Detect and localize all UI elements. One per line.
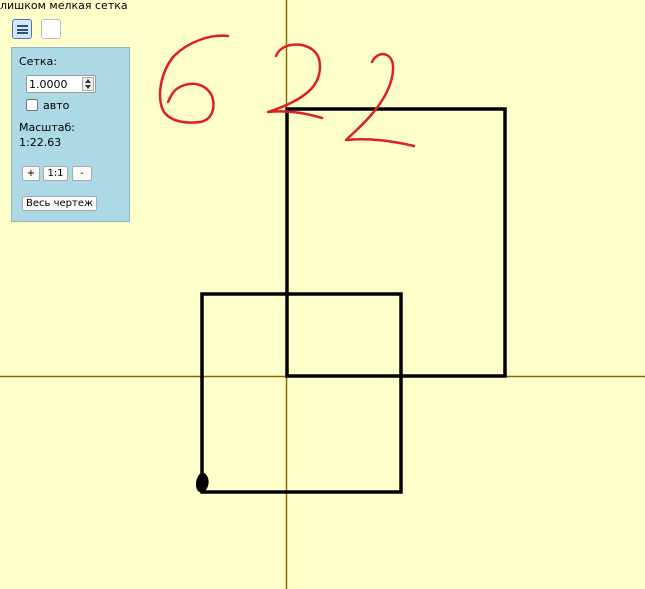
scale-value: 1:22.63 (19, 136, 62, 149)
spinner-arrows[interactable] (82, 77, 94, 91)
annotation-digit-2-first (266, 43, 324, 120)
zoom-out-button[interactable]: - (72, 166, 92, 181)
spinner-up-icon[interactable] (85, 79, 91, 83)
drawn-rectangle-small[interactable] (200, 292, 403, 494)
annotation-digit-6 (158, 34, 230, 124)
blank-tool-button[interactable] (41, 19, 61, 39)
grid-warning-text: лишком мелкая сетка (0, 0, 128, 12)
auto-grid-label: авто (43, 99, 70, 112)
menu-button[interactable] (12, 19, 32, 39)
drawn-rectangle-large[interactable] (285, 107, 507, 378)
spinner-down-icon[interactable] (85, 85, 91, 89)
zoom-in-button[interactable]: + (22, 166, 40, 181)
grid-control-panel: Сетка: авто Масштаб: 1:22.63 + 1:1 - Вес… (11, 47, 130, 222)
auto-grid-checkbox[interactable] (26, 99, 38, 111)
zoom-reset-button[interactable]: 1:1 (43, 166, 68, 181)
grid-spinner[interactable] (26, 75, 96, 93)
grid-value-input[interactable] (29, 77, 79, 91)
hamburger-menu-icon (17, 25, 28, 34)
scale-label: Масштаб: (19, 121, 75, 134)
annotation-digit-2-second (344, 53, 416, 148)
start-point-marker[interactable] (195, 472, 209, 493)
grid-label: Сетка: (19, 55, 57, 68)
fit-all-button[interactable]: Весь чертеж (22, 196, 97, 211)
